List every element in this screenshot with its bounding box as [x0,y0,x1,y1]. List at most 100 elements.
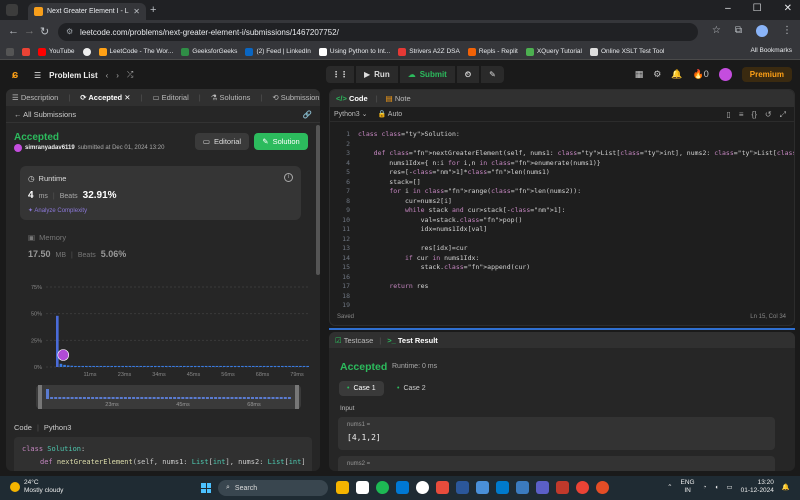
bookmark-xquery[interactable]: XQuery Tutorial [525,47,582,56]
chart-bar[interactable] [273,365,277,367]
back-icon[interactable]: ← [8,25,19,37]
tab-testcase[interactable]: ☑ Testcase [335,336,373,345]
info-icon[interactable]: i [284,173,293,182]
panel-splitter[interactable] [329,328,795,330]
bookmark-leetcode[interactable]: LeetCode - The Wor... [98,47,173,56]
notifications-icon[interactable]: 🔔 [671,69,682,80]
chrome-icon-2[interactable] [596,481,609,494]
profile-avatar[interactable] [756,25,768,37]
forward-icon[interactable]: → [24,25,35,37]
chart-bar[interactable] [244,365,248,367]
code-line[interactable]: while stack and cur>stack[-class="nm">1]… [358,206,566,214]
user-avatar[interactable] [718,68,732,81]
chart-bar[interactable] [190,365,193,367]
case-1-tab[interactable]: • Case 1 [339,381,384,396]
tab-solutions[interactable]: ⚗ Solutions [211,93,251,102]
url-field[interactable]: ⚙ leetcode.com/problems/next-greater-ele… [58,23,698,41]
tab-code[interactable]: </> Code [336,94,368,103]
chart-bar[interactable] [226,365,230,367]
premium-button[interactable]: Premium [741,67,792,82]
bookmark-python[interactable]: Using Python to Int... [318,47,390,56]
format-icon[interactable]: ≡ [739,110,744,120]
code-line[interactable]: stack=[] [358,178,420,186]
debug-button[interactable]: ⋮⋮ [326,66,354,83]
code-line[interactable]: cur=nums2[i] [358,197,452,205]
chart-bar[interactable] [230,365,233,367]
chart-bar[interactable] [66,365,70,367]
braces-icon[interactable]: {} [752,110,757,120]
chart-bar[interactable] [280,365,284,367]
username[interactable]: simranyadav6119 [25,145,75,151]
tab-search-button[interactable] [6,4,18,16]
layout-icon[interactable]: ▦ [635,69,644,80]
all-bookmarks[interactable]: All Bookmarks [750,47,792,54]
reload-icon[interactable]: ↻ [40,25,49,38]
chart-bar[interactable] [128,365,132,367]
battery-icon[interactable]: ▭ [727,483,733,491]
leetcode-logo-icon[interactable]: ɕ [12,69,24,81]
bookmark-xslt[interactable]: Online XSLT Test Tool [590,47,664,56]
tab-test-result[interactable]: >_ Test Result [387,336,438,345]
code-editor[interactable]: 1 class class="ty">Solution: 2 3 def class=… [330,126,794,311]
code-line[interactable]: def class="fn">nextGreaterElement(self, … [358,149,794,157]
problem-list-link[interactable]: Problem List [49,71,97,80]
site-info-icon[interactable]: ⚙ [66,27,73,36]
chart-bar[interactable] [121,365,124,367]
chart-bar[interactable] [277,365,280,367]
tab-close-icon[interactable]: ✕ [133,7,140,16]
apps-icon[interactable] [6,47,14,56]
volume-icon[interactable]: ◖ [715,484,719,491]
chart-bar[interactable] [197,365,201,367]
tab-accepted[interactable]: ⟳ Accepted ✕ [80,93,130,102]
chart-bar[interactable] [270,365,273,367]
chart-bar[interactable] [208,365,212,367]
chart-bar[interactable] [179,365,182,367]
run-button[interactable]: ▶ Run [356,66,398,83]
chart-bar[interactable] [135,365,139,367]
bookmark-replit[interactable]: Repls - Replit [467,47,518,56]
code-line[interactable]: nums1Idx={ n:i for i,n in class="fn">enu… [358,159,600,167]
vscode-icon[interactable] [496,481,509,494]
chart-bar[interactable] [222,365,226,367]
settings-icon[interactable]: ⚙ [653,69,661,80]
chart-bar[interactable] [251,365,255,367]
next-problem-icon[interactable]: › [116,71,119,80]
copilot-icon[interactable] [356,481,369,494]
bookmark-geeksforgeeks[interactable]: GeeksforGeeks [181,47,237,56]
chart-bar[interactable] [150,365,153,367]
code-line[interactable]: res=[-class="nm">1]*class="fn">len(nums1… [358,168,550,176]
code-line[interactable]: idx=nums1Idx[val] [358,225,488,233]
editorial-button[interactable]: ▭ Editorial [195,133,249,150]
your-submission-marker[interactable] [57,349,70,361]
tab-editorial[interactable]: ▭ Editorial [152,93,188,102]
chart-bar[interactable] [295,365,299,367]
code-line[interactable]: res[idx]=cur [358,244,468,252]
runtime-distribution-chart[interactable]: 75% 50% 25% 0% 11ms 23ms 34ms 45ms 56ms 68ms 79ms [26,279,316,379]
code-line[interactable]: class class="ty">Solution: [358,130,460,138]
bookmark-icon[interactable]: ▯ [726,110,730,120]
chart-bar[interactable] [70,365,74,367]
apps-icon[interactable] [516,481,529,494]
chrome-icon[interactable] [576,481,589,494]
chart-bar[interactable] [186,365,190,367]
analyze-complexity-link[interactable]: ✦ Analyze Complexity [28,207,87,214]
chart-bar[interactable] [262,365,266,367]
teams-icon[interactable] [536,481,549,494]
chart-bar[interactable] [81,365,85,367]
tab-submissions[interactable]: ⟲ Submissions [272,93,320,102]
menu-icon[interactable]: ⋮ [782,25,792,37]
chart-bar[interactable] [153,365,157,367]
word-icon[interactable] [456,481,469,494]
gmail-icon[interactable] [22,47,30,56]
list-icon[interactable]: ☰ [34,71,41,80]
new-tab-button[interactable]: + [150,4,156,16]
chart-bar[interactable] [241,365,244,367]
chart-bar[interactable] [233,365,237,367]
clock[interactable]: 13:20 01-12-2024 [741,479,774,495]
chart-bar[interactable] [201,365,204,367]
notification-bell-icon[interactable]: 🔔 [782,483,790,491]
chart-bar[interactable] [255,365,259,367]
autocomplete-toggle[interactable]: 🔒 Auto [378,110,403,118]
chart-bar[interactable] [124,365,128,367]
maximize-icon[interactable]: ☐ [753,3,762,14]
